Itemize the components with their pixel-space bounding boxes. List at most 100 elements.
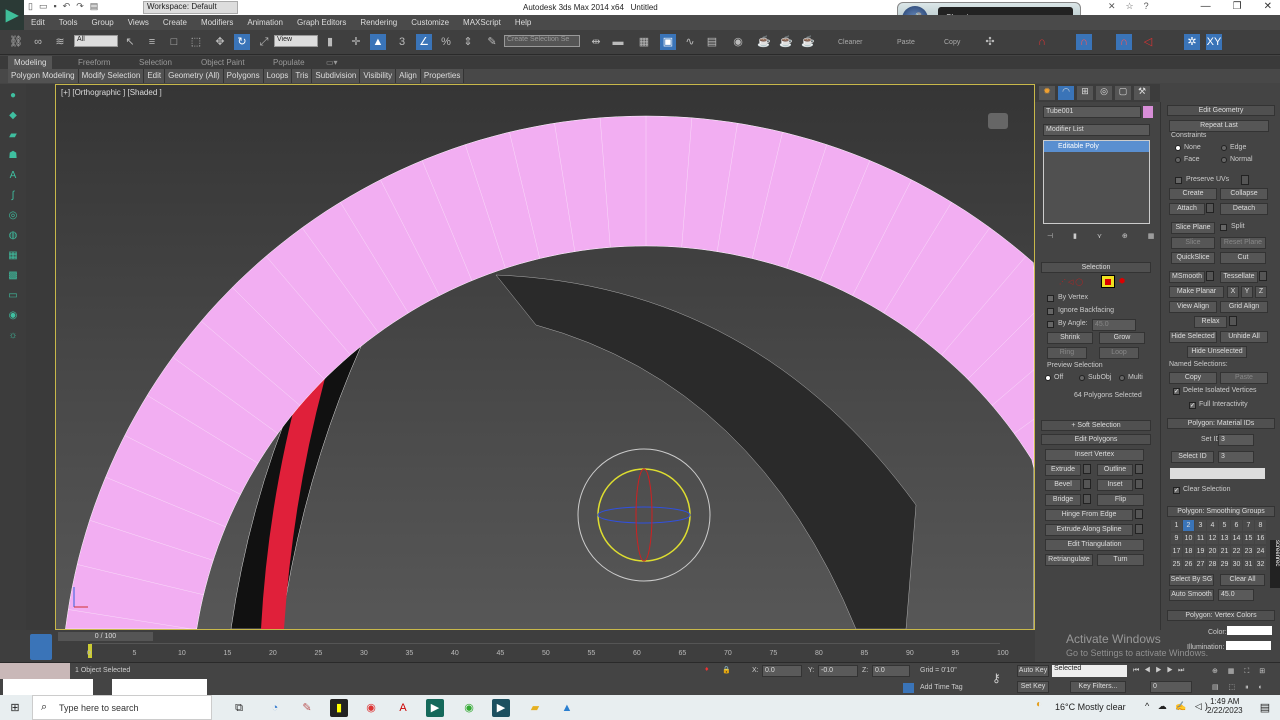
unhide-all-button[interactable]: Unhide All	[1220, 331, 1268, 343]
select-by-name-icon[interactable]: ≡	[144, 34, 160, 50]
menu-create[interactable]: Create	[156, 18, 194, 27]
manipulate-icon[interactable]: ✛	[348, 34, 364, 50]
auto-smooth-button[interactable]: Auto Smooth	[1169, 589, 1214, 601]
cleaner-button[interactable]: Cleaner	[838, 39, 863, 46]
hierarchy-tab-icon[interactable]: ⊞	[1077, 86, 1093, 100]
select-object-icon[interactable]: ↖	[122, 34, 138, 50]
slice-button[interactable]: Slice	[1171, 237, 1215, 249]
smoothing-group-29[interactable]: 29	[1219, 559, 1230, 570]
element-subobject-icon[interactable]: ⬢	[1119, 277, 1125, 285]
copy-button[interactable]: Copy	[944, 39, 960, 46]
point-icon[interactable]: ◆	[4, 110, 22, 124]
smoothing-group-18[interactable]: 18	[1183, 546, 1194, 557]
sphere-icon[interactable]: ●	[4, 90, 22, 104]
edge-icon[interactable]: ◔	[266, 699, 284, 717]
ribbon-loops[interactable]: Loops	[263, 69, 293, 83]
smoothing-group-10[interactable]: 10	[1183, 533, 1194, 544]
favorites-icon[interactable]: ☆	[1126, 1, 1134, 12]
smoothing-group-2[interactable]: 2	[1183, 520, 1194, 531]
ribbon-modify-selection[interactable]: Modify Selection	[78, 69, 145, 83]
preview-subobj-radio[interactable]	[1079, 375, 1085, 381]
mirror-icon[interactable]: ⇹	[588, 34, 604, 50]
rollout-edit-polygons[interactable]: Edit Polygons	[1041, 434, 1151, 445]
viewcube-icon[interactable]	[988, 113, 1008, 129]
ribbon-polygon-modeling[interactable]: Polygon Modeling	[8, 69, 79, 83]
snap-gizmo-icon[interactable]: ✣	[982, 34, 998, 50]
by-angle-checkbox[interactable]	[1047, 321, 1054, 328]
spinner-snap-icon[interactable]: ⇕	[460, 34, 476, 50]
menu-views[interactable]: Views	[121, 18, 156, 27]
rollout-smoothing-groups[interactable]: Polygon: Smoothing Groups	[1167, 506, 1275, 517]
ribbon-geometry-all-[interactable]: Geometry (All)	[165, 69, 224, 83]
full-interactivity-checkbox[interactable]: ✓	[1189, 402, 1196, 409]
autocad-icon[interactable]: A	[394, 699, 412, 717]
smoothing-group-28[interactable]: 28	[1207, 559, 1218, 570]
edit-named-selection-icon[interactable]: ✎	[484, 34, 500, 50]
menu-group[interactable]: Group	[84, 18, 120, 27]
grid-align-button[interactable]: Grid Align	[1220, 301, 1268, 313]
camera-icon[interactable]: ◉	[4, 310, 22, 324]
taskbar-search[interactable]: ⌕ Type here to search	[32, 695, 212, 720]
smoothing-group-24[interactable]: 24	[1255, 546, 1266, 557]
smoothing-group-31[interactable]: 31	[1243, 559, 1254, 570]
tessellate-button[interactable]: Tessellate	[1220, 271, 1258, 283]
link-icon[interactable]: ⛓	[8, 34, 24, 50]
y-coordinate-field[interactable]: -0.0	[818, 665, 858, 677]
insert-vertex-button[interactable]: Insert Vertex	[1045, 449, 1144, 461]
smoothing-group-6[interactable]: 6	[1231, 520, 1242, 531]
display-tab-icon[interactable]: ▢	[1115, 86, 1131, 100]
app-logo-button[interactable]: ▶	[0, 0, 24, 30]
key-mode-dropdown[interactable]: Selected	[1052, 665, 1127, 677]
ignore-backfacing-checkbox[interactable]	[1047, 308, 1054, 315]
relax-settings-button[interactable]	[1229, 316, 1237, 326]
photos-icon[interactable]: ▲	[558, 699, 576, 717]
time-tag-icon[interactable]	[903, 683, 914, 693]
smoothing-group-17[interactable]: 17	[1171, 546, 1182, 557]
taskbar-preview-2[interactable]	[112, 679, 207, 695]
mini-curve-toggle[interactable]	[30, 634, 52, 660]
isolate-icon[interactable]: ♦	[705, 666, 709, 673]
polygon-subobject-icon[interactable]	[1101, 275, 1115, 288]
menu-animation[interactable]: Animation	[240, 18, 290, 27]
split-checkbox[interactable]	[1220, 224, 1227, 231]
tab-object-paint[interactable]: Object Paint	[201, 58, 245, 67]
time-slider[interactable]: 0 / 100	[58, 632, 153, 641]
menu-edit[interactable]: Edit	[24, 18, 52, 27]
project-icon[interactable]: ▤	[90, 1, 99, 12]
snap-axis-icon[interactable]: ✲	[1184, 34, 1200, 50]
material-name-dropdown[interactable]	[1170, 468, 1265, 479]
viewport-label[interactable]: [+] [Orthographic ] [Shaded ]	[61, 88, 162, 97]
make-planar-button[interactable]: Make Planar	[1169, 286, 1224, 298]
smoothing-group-19[interactable]: 19	[1195, 546, 1206, 557]
select-id-button[interactable]: Select ID	[1171, 451, 1214, 463]
by-vertex-checkbox[interactable]	[1047, 295, 1054, 302]
menu-rendering[interactable]: Rendering	[353, 18, 404, 27]
task-view-icon[interactable]: ⧉	[230, 699, 248, 717]
retriangulate-button[interactable]: Retriangulate	[1045, 554, 1093, 566]
menu-modifiers[interactable]: Modifiers	[194, 18, 240, 27]
smoothing-group-25[interactable]: 25	[1171, 559, 1182, 570]
reference-coordinate-dropdown[interactable]: View	[274, 35, 318, 47]
planar-x-button[interactable]: X	[1227, 286, 1239, 298]
subobject-vertex-edge-border-icons[interactable]: ⋰ ◁ ◯	[1059, 278, 1083, 286]
smoothing-group-1[interactable]: 1	[1171, 520, 1182, 531]
pivot-icon[interactable]: ▮	[322, 34, 338, 50]
redo-icon[interactable]: ↷	[76, 1, 84, 12]
weather-text[interactable]: 16°C Mostly clear	[1055, 702, 1126, 712]
ribbon-edit[interactable]: Edit	[144, 69, 166, 83]
render-setup-icon[interactable]: ☕	[756, 34, 772, 50]
set-key-button[interactable]: Set Key	[1017, 681, 1049, 693]
bridge-settings-button[interactable]	[1083, 494, 1091, 504]
key-icon[interactable]: ⚷	[992, 671, 1001, 685]
window-crossing-icon[interactable]: ⬚	[188, 34, 204, 50]
move-icon[interactable]: ✥	[212, 34, 228, 50]
smoothing-group-26[interactable]: 26	[1183, 559, 1194, 570]
edit-triangulation-button[interactable]: Edit Triangulation	[1045, 539, 1144, 551]
smoothing-group-5[interactable]: 5	[1219, 520, 1230, 531]
constraint-none-radio[interactable]	[1175, 145, 1181, 151]
grid-icon[interactable]: ▦	[4, 250, 22, 264]
hide-selected-button[interactable]: Hide Selected	[1169, 331, 1217, 343]
menu-customize[interactable]: Customize	[404, 18, 456, 27]
scale-icon[interactable]: ⤢	[256, 34, 272, 50]
viewport-navigation-controls-2[interactable]: ▤ ⬚ ⏸ ◐	[1212, 683, 1267, 692]
